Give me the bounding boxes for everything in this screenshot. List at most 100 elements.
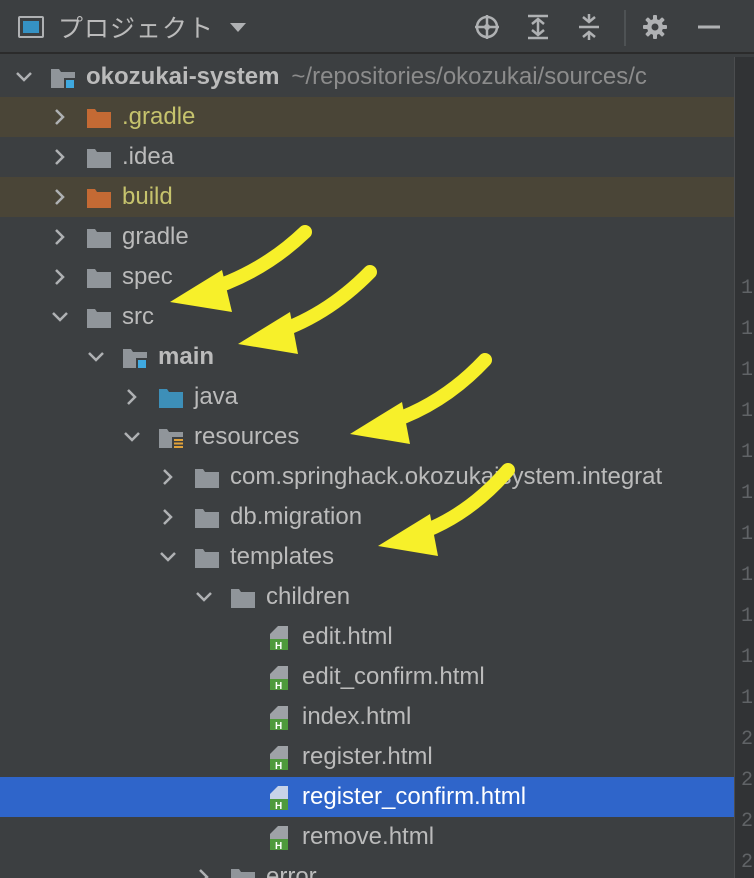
expand-all-icon[interactable]	[523, 12, 553, 42]
tree-row[interactable]: okozukai-system ~/repositories/okozukai/s…	[0, 57, 734, 97]
chevron-right-icon[interactable]	[194, 867, 214, 878]
gear-icon[interactable]	[640, 12, 670, 42]
locate-icon[interactable]	[472, 12, 502, 42]
collapse-all-icon[interactable]	[574, 12, 604, 42]
project-tree[interactable]: okozukai-system ~/repositories/okozukai/s…	[0, 57, 734, 878]
chevron-down-icon[interactable]	[86, 347, 106, 367]
tree-row-label: gradle	[122, 223, 189, 251]
line-number: 1	[741, 277, 754, 300]
svg-text:H: H	[275, 761, 282, 771]
tree-row[interactable]: java	[0, 377, 734, 417]
excluded-folder-icon	[86, 185, 112, 209]
chevron-right-icon[interactable]	[50, 227, 70, 247]
line-number: 1	[741, 523, 754, 546]
folder-icon	[230, 865, 256, 878]
module-folder-icon	[50, 65, 76, 89]
node-name: spec	[122, 263, 173, 290]
tree-row-label: .gradle	[122, 103, 195, 131]
folder-icon	[86, 145, 112, 169]
line-number: 1	[741, 564, 754, 587]
folder-icon	[86, 225, 112, 249]
node-name: remove.html	[302, 823, 435, 850]
tree-row-label: com.springhack.okozukaisystem.integrat	[230, 463, 662, 491]
tool-window-icon	[18, 16, 44, 38]
node-name: edit.html	[302, 623, 393, 650]
line-number: 1	[741, 441, 754, 464]
line-number: 2	[741, 851, 754, 874]
tree-row-label: resources	[194, 423, 299, 451]
project-path: ~/repositories/okozukai/sources/c	[291, 63, 647, 90]
folder-icon	[86, 265, 112, 289]
chevron-down-icon[interactable]	[14, 67, 34, 87]
minimize-icon[interactable]	[694, 12, 724, 42]
chevron-right-icon[interactable]	[50, 107, 70, 127]
node-name: register.html	[302, 743, 433, 770]
chevron-right-icon[interactable]	[50, 147, 70, 167]
source-folder-icon	[158, 385, 184, 409]
line-number: 2	[741, 769, 754, 792]
chevron-down-icon[interactable]	[230, 22, 247, 32]
tree-row-label: java	[194, 383, 238, 411]
tree-row-label: db.migration	[230, 503, 362, 531]
tree-row[interactable]: build	[0, 177, 734, 217]
line-number: 1	[741, 400, 754, 423]
tree-row[interactable]: main	[0, 337, 734, 377]
tree-row[interactable]: error	[0, 857, 734, 878]
tree-row[interactable]: templates	[0, 537, 734, 577]
node-name: java	[194, 383, 239, 410]
tree-row[interactable]: Hindex.html	[0, 697, 734, 737]
tree-row-label: remove.html	[302, 823, 434, 851]
tree-row-label: okozukai-system ~/repositories/okozukai/s…	[86, 63, 647, 91]
line-number: 1	[741, 318, 754, 341]
tree-row-label: spec	[122, 263, 173, 291]
html-file-icon: H	[266, 745, 292, 772]
excluded-folder-icon	[86, 105, 112, 129]
tree-row[interactable]: Hregister.html	[0, 737, 734, 777]
html-file-icon: H	[266, 705, 292, 732]
node-name: resources	[194, 423, 300, 450]
html-file-icon: H	[266, 665, 292, 692]
chevron-right-icon[interactable]	[50, 267, 70, 287]
tree-row[interactable]: Hedit.html	[0, 617, 734, 657]
tree-row[interactable]: gradle	[0, 217, 734, 257]
tree-row[interactable]: .idea	[0, 137, 734, 177]
html-file-icon: H	[266, 785, 292, 812]
tree-row[interactable]: Hregister_confirm.html	[0, 777, 734, 817]
chevron-down-icon[interactable]	[50, 307, 70, 327]
node-name: build	[122, 183, 173, 210]
node-name: error	[266, 863, 317, 878]
tree-row[interactable]: Hremove.html	[0, 817, 734, 857]
view-selector[interactable]: プロジェクト	[18, 10, 247, 44]
chevron-right-icon[interactable]	[122, 387, 142, 407]
line-number: 1	[741, 646, 754, 669]
line-number: 2	[741, 810, 754, 833]
tree-row[interactable]: spec	[0, 257, 734, 297]
tree-row[interactable]: Hedit_confirm.html	[0, 657, 734, 697]
chevron-down-icon[interactable]	[194, 587, 214, 607]
chevron-down-icon[interactable]	[158, 547, 178, 567]
chevron-down-icon[interactable]	[122, 427, 142, 447]
svg-text:H: H	[275, 721, 282, 731]
tree-row[interactable]: com.springhack.okozukaisystem.integrat	[0, 457, 734, 497]
tree-row[interactable]: resources	[0, 417, 734, 457]
chevron-right-icon[interactable]	[50, 187, 70, 207]
svg-text:H: H	[275, 641, 282, 651]
tree-row[interactable]: .gradle	[0, 97, 734, 137]
tree-row-label: build	[122, 183, 173, 211]
node-name: children	[266, 583, 351, 610]
tree-row[interactable]: children	[0, 577, 734, 617]
tree-row[interactable]: db.migration	[0, 497, 734, 537]
chevron-right-icon[interactable]	[158, 467, 178, 487]
tree-row-label: src	[122, 303, 154, 331]
resources-folder-icon	[158, 425, 184, 449]
folder-icon	[194, 545, 220, 569]
tree-row[interactable]: src	[0, 297, 734, 337]
node-name: com.springhack.okozukaisystem.integrat	[230, 463, 663, 490]
node-name: main	[158, 343, 215, 370]
folder-icon	[230, 585, 256, 609]
line-number: 1	[741, 687, 754, 710]
tree-row-label: .idea	[122, 143, 174, 171]
tree-row-label: edit.html	[302, 623, 393, 651]
html-file-icon: H	[266, 825, 292, 852]
chevron-right-icon[interactable]	[158, 507, 178, 527]
